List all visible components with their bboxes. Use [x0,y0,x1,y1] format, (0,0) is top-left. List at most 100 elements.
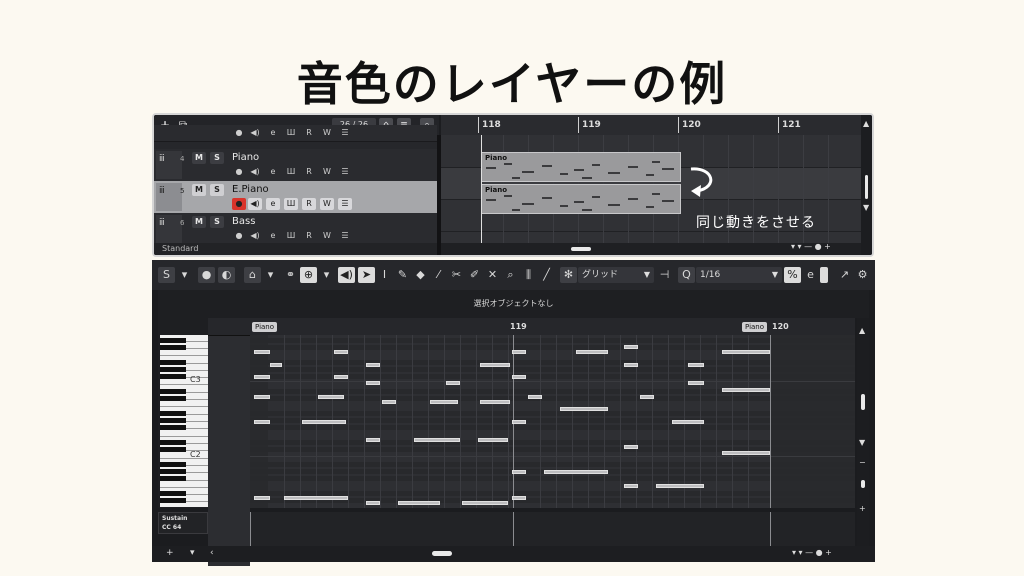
mute-button[interactable]: M [192,152,206,164]
keyboard-keys[interactable]: C3 C2 [160,335,208,507]
zoom-thumb[interactable] [861,480,865,488]
edit-icon[interactable]: e [266,127,280,139]
midi-note[interactable] [254,350,270,354]
midi-note[interactable] [656,484,704,488]
midi-note[interactable] [254,420,270,424]
midi-note[interactable] [722,350,770,354]
scroll-thumb[interactable] [861,394,865,410]
midi-note[interactable] [334,375,348,379]
settings-icon[interactable]: ⚙ [854,267,871,283]
dropdown-arrow-icon[interactable]: ▾ [262,267,279,283]
midi-note[interactable] [366,381,380,385]
midi-note[interactable] [284,496,348,500]
midi-part[interactable]: Piano [481,152,681,182]
midi-note[interactable] [398,501,440,505]
midi-note[interactable] [688,363,704,367]
read-icon[interactable]: R [302,127,316,139]
project-ruler[interactable]: 118 119 120 121 [441,115,861,135]
track-row[interactable]: ⅲ 6 M S Bass ● ◀) e Ш R W ☰ [154,213,437,246]
dropdown-arrow-icon[interactable]: ▾ [190,548,195,558]
record-enable-icon[interactable]: ● [232,230,246,242]
range-tool-icon[interactable]: I [376,267,393,283]
midi-note[interactable] [722,388,770,392]
horizontal-scrollbar[interactable]: ▾ ▾ — ● + [441,242,861,255]
speaker-icon[interactable]: ◀) [248,127,262,139]
speaker-icon[interactable]: ◀) [338,267,355,283]
snap-type-dropdown[interactable]: グリッド ▼ [578,267,654,283]
draw-tool-icon[interactable]: ╱ [538,267,555,283]
midi-note[interactable] [318,395,344,399]
arrow-tool-icon[interactable]: ➤ [358,267,375,283]
solo-button[interactable]: S [210,184,224,196]
midi-note[interactable] [512,350,526,354]
lanes-icon[interactable]: ☰ [338,166,352,178]
midi-note[interactable] [382,400,396,404]
link-icon[interactable]: ⚭ [282,267,299,283]
track-row-selected[interactable]: ⅲ 5 M S E.Piano ● ◀) e Ш R W ☰ [154,181,437,214]
track-partial[interactable]: ● ◀) e Ш R W ☰ [154,125,437,142]
controller-lane[interactable] [250,512,855,546]
midi-note[interactable] [446,381,460,385]
zoom-tool-icon[interactable]: ⌕ [502,267,519,283]
zoom-slider[interactable]: ▾ ▾ — ● + [791,242,831,251]
midi-note[interactable] [560,407,608,411]
midi-note[interactable] [302,420,346,424]
zoom-slider[interactable]: ▾ ▾ — ● + [792,548,832,557]
zoom-slider[interactable]: − [859,458,866,467]
midi-note[interactable] [672,420,704,424]
read-button[interactable]: R [302,198,316,210]
insert-velocity-icon[interactable]: ⊕ [300,267,317,283]
track-name[interactable]: Piano [232,152,259,163]
midi-part[interactable]: Piano [481,184,681,214]
midi-note[interactable] [688,381,704,385]
add-lane-icon[interactable]: + [166,548,174,558]
edit-icon[interactable]: e [266,166,280,178]
midi-note[interactable] [462,501,508,505]
scroll-left-icon[interactable]: ‹ [210,548,214,558]
quantize-apply-icon[interactable]: % [784,267,801,283]
monitor-icon[interactable]: ● [232,127,246,139]
lanes-icon[interactable]: ☰ [338,127,352,139]
midi-note[interactable] [366,501,380,505]
record-dot-icon[interactable]: ● [198,267,215,283]
midi-note[interactable] [512,420,526,424]
midi-note[interactable] [528,395,542,399]
track-name[interactable]: E.Piano [232,184,269,195]
write-button[interactable]: W [320,166,334,178]
quantize-icon[interactable]: Q [678,267,695,283]
record-enable-icon[interactable]: ● [232,166,246,178]
midi-note[interactable] [254,375,270,379]
vertical-scrollbar[interactable]: ▲ ▼ − + [857,318,869,548]
scroll-thumb[interactable] [432,551,452,556]
midi-note[interactable] [430,400,458,404]
quantize-dropdown[interactable]: 1/16 ▼ [696,267,782,283]
midi-note[interactable] [334,350,348,354]
midi-note[interactable] [624,363,638,367]
midi-note[interactable] [366,363,380,367]
monitor-icon[interactable]: ◀) [248,230,262,242]
glue-tool-icon[interactable]: ✐ [466,267,483,283]
key-editor-ruler[interactable]: Piano 119 Piano 120 [208,318,855,336]
scroll-thumb[interactable] [571,247,591,251]
midi-note[interactable] [414,438,460,442]
solo-editor-icon[interactable]: S [158,267,175,283]
scissors-tool-icon[interactable]: ✂ [448,267,465,283]
read-button[interactable]: R [302,166,316,178]
dropdown-arrow-icon[interactable]: ▾ [176,267,193,283]
snap-to-zero-icon[interactable]: ⊣ [656,267,673,283]
midi-note[interactable] [722,451,770,455]
instrument-icon[interactable]: Ш [284,166,298,178]
auto-scroll-icon[interactable]: ⌂ [244,267,261,283]
scroll-down-icon[interactable]: ▼ [863,203,869,212]
midi-note[interactable] [576,350,608,354]
controller-lane-label[interactable]: Sustain CC 64 [158,512,208,534]
color-menu-icon[interactable] [820,267,828,283]
scroll-up-icon[interactable]: ▲ [859,326,865,335]
track-row[interactable]: ⅲ 4 M S Piano ● ◀) e Ш R W ☰ [154,149,437,182]
midi-note[interactable] [512,496,526,500]
quantize-edit-icon[interactable]: e [802,267,819,283]
scroll-up-icon[interactable]: ▲ [863,119,869,128]
midi-note[interactable] [480,363,510,367]
midi-note[interactable] [478,438,508,442]
mute-button[interactable]: M [192,216,206,228]
